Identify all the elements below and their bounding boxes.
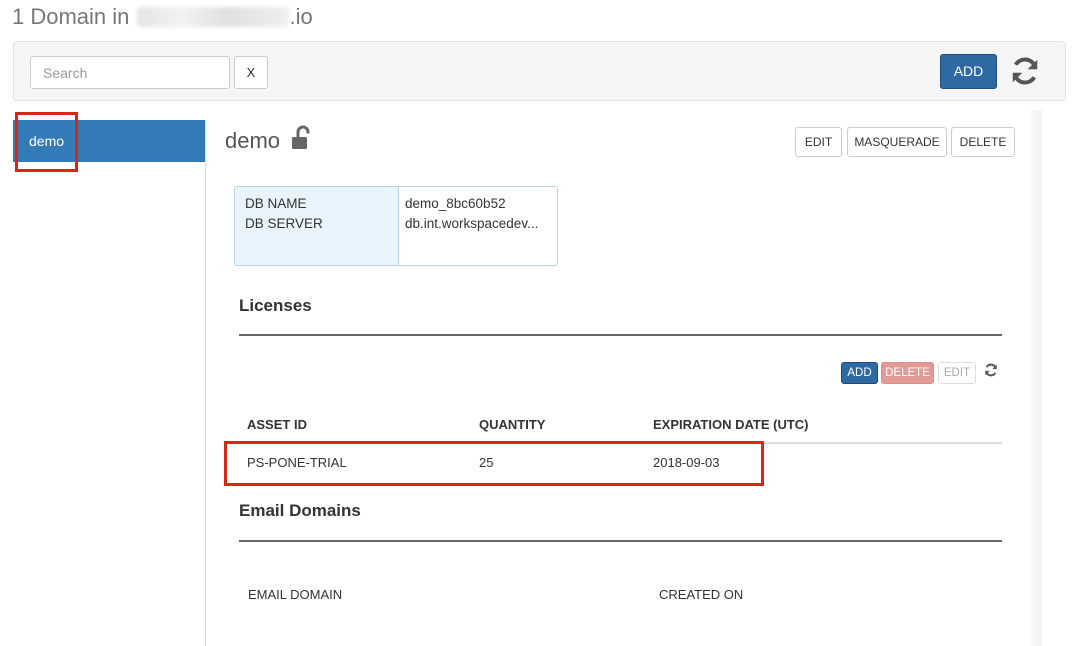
licenses-divider (239, 334, 1002, 336)
db-name-label: DB NAME (245, 196, 307, 211)
page-title-prefix: 1 Domain in (12, 4, 130, 29)
db-values: demo_8bc60b52 db.int.workspacedev... (399, 187, 557, 265)
clear-search-button[interactable]: X (234, 56, 268, 89)
masquerade-button[interactable]: MASQUERADE (847, 127, 947, 157)
licenses-heading: Licenses (239, 296, 312, 315)
refresh-licenses-icon[interactable] (984, 363, 998, 377)
column-header-created-on: CREATED ON (659, 587, 744, 602)
panel-edge (1030, 110, 1042, 646)
toolbar: X ADD (13, 41, 1066, 101)
db-info-box: DB NAME DB SERVER demo_8bc60b52 db.int.w… (234, 186, 558, 266)
column-header-quantity: QUANTITY (479, 417, 546, 432)
refresh-icon[interactable] (1010, 56, 1040, 86)
page-title: 1 Domain in .io (12, 4, 313, 30)
delete-license-button[interactable]: DELETE (881, 362, 934, 384)
delete-domain-button[interactable]: DELETE (951, 127, 1015, 157)
redacted-org-name (136, 7, 289, 27)
domain-title: demo (225, 128, 281, 153)
domain-sidebar: demo (13, 120, 206, 646)
email-domains-heading: Email Domains (239, 501, 361, 520)
highlight-box-sidebar (15, 112, 78, 172)
db-labels: DB NAME DB SERVER (235, 187, 399, 265)
search-input[interactable] (30, 56, 230, 89)
page-title-suffix: .io (289, 4, 313, 29)
db-name-value: demo_8bc60b52 (405, 196, 506, 211)
db-server-label: DB SERVER (245, 216, 323, 231)
column-header-asset-id: ASSET ID (247, 417, 307, 432)
email-domains-divider (239, 540, 1002, 542)
add-domain-button[interactable]: ADD (940, 54, 997, 89)
unlocked-lock-icon (292, 125, 310, 149)
column-header-email-domain: EMAIL DOMAIN (248, 587, 343, 602)
highlight-box-license-row (224, 441, 764, 486)
db-server-value: db.int.workspacedev... (405, 216, 539, 231)
add-license-button[interactable]: ADD (841, 362, 878, 384)
edit-license-button[interactable]: EDIT (938, 362, 976, 384)
edit-domain-button[interactable]: EDIT (795, 127, 842, 157)
column-header-expiration: EXPIRATION DATE (UTC) (653, 417, 809, 432)
